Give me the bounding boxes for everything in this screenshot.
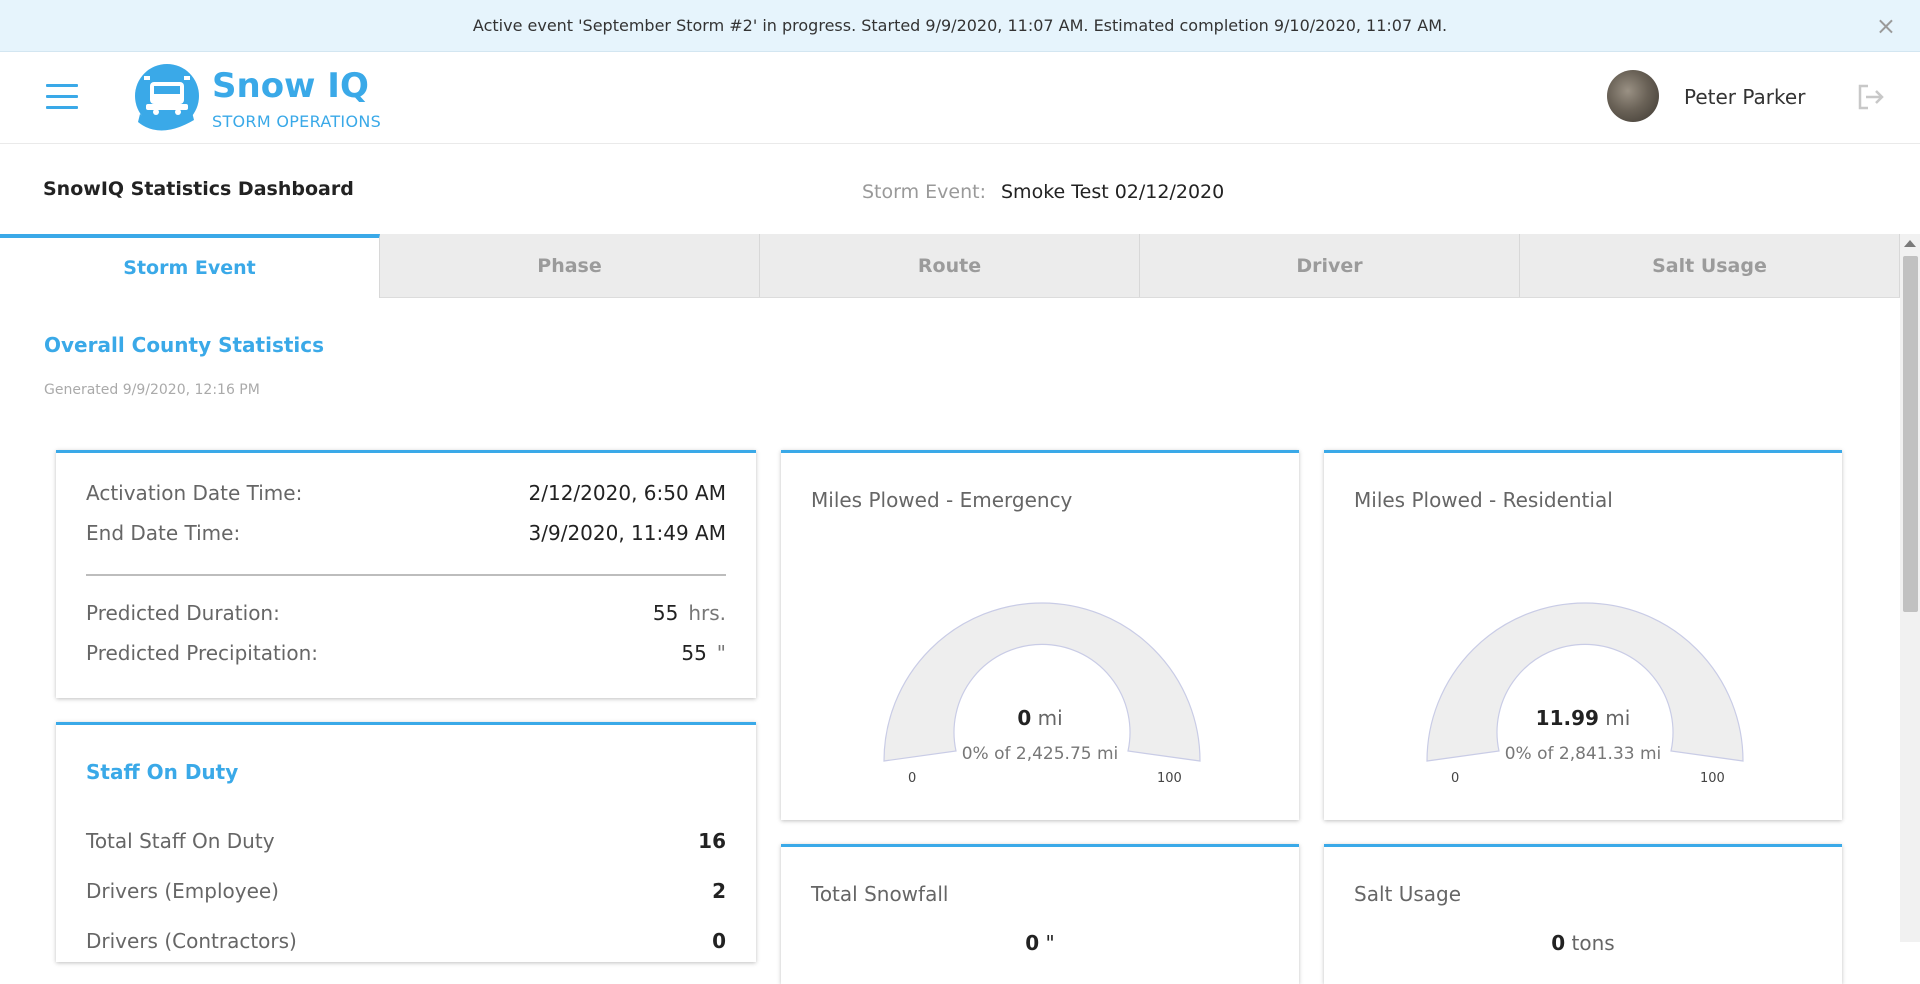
gauge-unit: mi [1037,706,1063,730]
precip-label: Predicted Precipitation: [86,641,318,665]
tab-bar: Storm Event Phase Route Driver Salt Usag… [0,234,1900,298]
event-banner: Active event 'September Storm #2' in pro… [0,0,1920,52]
event-details-card: Activation Date Time: 2/12/2020, 6:50 AM… [56,450,756,698]
salt-number: 0 [1551,931,1566,955]
snowfall-unit: " [1045,931,1055,955]
gauge-subtitle: 0% of 2,425.75 mi [961,744,1119,764]
duration-label: Predicted Duration: [86,601,280,625]
tab-route[interactable]: Route [760,234,1140,297]
gauge-card-title: Miles Plowed - Emergency [811,488,1073,512]
event-banner-text: Active event 'September Storm #2' in pro… [472,16,1448,35]
gauge-unit: mi [1605,706,1631,730]
storm-event-selector[interactable]: Smoke Test 02/12/2020 [1001,181,1224,203]
staff-row-value: 16 [698,829,726,853]
total-snowfall-card: Total Snowfall 0 " [781,844,1299,984]
miles-plowed-residential-card: Miles Plowed - Residential 11.99 mi 0% o… [1324,450,1842,820]
storm-event-label: Storm Event: [862,181,986,203]
gauge-min-label: 0 [1451,771,1460,786]
staff-row-label: Drivers (Contractors) [86,929,297,953]
card-title: Total Snowfall [811,882,949,906]
end-row: End Date Time: 3/9/2020, 11:49 AM [86,521,726,545]
menu-icon[interactable] [46,84,78,110]
salt-usage-card: Salt Usage 0 tons [1324,844,1842,984]
end-label: End Date Time: [86,521,241,545]
duration-value: 55 [652,601,679,625]
staff-row: Drivers (Employee) 2 [86,879,726,903]
gauge-max-label: 100 [1157,771,1182,786]
snow-iq-logo [135,64,199,131]
avatar[interactable] [1607,70,1659,122]
activation-label: Activation Date Time: [86,481,303,505]
scroll-up-icon[interactable] [1904,240,1916,247]
section-title: Overall County Statistics [44,333,325,357]
dashboard-titlebar: SnowIQ Statistics Dashboard Storm Event:… [0,145,1920,235]
salt-value: 0 tons [1324,931,1842,955]
logout-icon[interactable] [1856,82,1886,112]
salt-unit: tons [1571,931,1615,955]
duration-row: Predicted Duration: 55 hrs. [86,601,726,625]
staff-row-label: Drivers (Employee) [86,879,279,903]
app-header: Snow IQ STORM OPERATIONS Peter Parker [0,52,1920,144]
miles-plowed-emergency-card: Miles Plowed - Emergency 0 mi 0% of 2,42… [781,450,1299,820]
precip-value-wrap: 55 " [681,641,726,665]
divider [86,574,726,576]
staff-row-value: 2 [712,879,726,903]
snowfall-number: 0 [1025,931,1040,955]
page-title: SnowIQ Statistics Dashboard [43,178,354,200]
gauge-min-label: 0 [908,771,917,786]
activation-value: 2/12/2020, 6:50 AM [528,481,726,505]
gauge-subtitle: 0% of 2,841.33 mi [1504,744,1662,764]
gauge-max-label: 100 [1700,771,1725,786]
gauge-value: 11.99 mi [1324,706,1842,730]
brand-name: Snow IQ [212,66,369,106]
staff-row: Total Staff On Duty 16 [86,829,726,853]
close-banner-button[interactable]: × [1876,14,1896,38]
staff-row-label: Total Staff On Duty [86,829,275,853]
activation-row: Activation Date Time: 2/12/2020, 6:50 AM [86,481,726,505]
scrollbar-thumb[interactable] [1903,256,1918,612]
tab-driver[interactable]: Driver [1140,234,1520,297]
generated-timestamp: Generated 9/9/2020, 12:16 PM [44,382,260,398]
tab-salt-usage[interactable]: Salt Usage [1520,234,1900,297]
gauge-number: 11.99 [1535,706,1599,730]
tab-storm-event[interactable]: Storm Event [0,234,380,298]
end-value: 3/9/2020, 11:49 AM [528,521,726,545]
precip-value: 55 [681,641,707,665]
tab-phase[interactable]: Phase [380,234,760,297]
staff-row-value: 0 [712,929,726,953]
brand-subtitle: STORM OPERATIONS [212,112,382,131]
staff-row: Drivers (Contractors) 0 [86,929,726,953]
user-name[interactable]: Peter Parker [1684,85,1805,109]
gauge-number: 0 [1017,706,1032,730]
gauge-card-title: Miles Plowed - Residential [1354,488,1613,512]
gauge-value: 0 mi [781,706,1299,730]
duration-value-wrap: 55 hrs. [653,601,726,625]
snowfall-value: 0 " [781,931,1299,955]
precip-unit: " [716,641,726,665]
card-title: Salt Usage [1354,882,1462,906]
staff-on-duty-card: Staff On Duty Total Staff On Duty 16 Dri… [56,722,756,962]
precip-row: Predicted Precipitation: 55 " [86,641,726,665]
duration-unit: hrs. [688,601,726,625]
staff-card-title: Staff On Duty [86,760,239,784]
